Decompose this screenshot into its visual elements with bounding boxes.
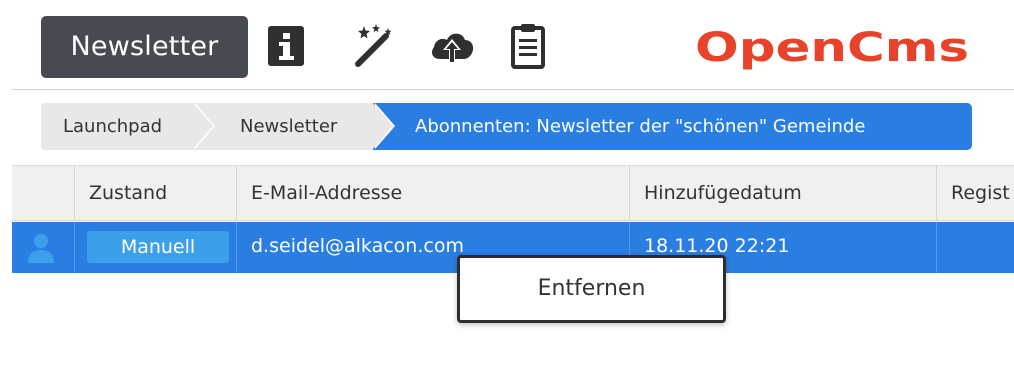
column-header-status[interactable]: Zustand [74, 166, 236, 220]
clipboard-icon[interactable] [504, 19, 552, 73]
opencms-logo: OpenCms [695, 24, 975, 71]
breadcrumb-item-launchpad[interactable]: Launchpad [41, 103, 211, 150]
status-badge: Manuell [87, 231, 229, 263]
column-header-email[interactable]: E-Mail-Addresse [236, 166, 629, 220]
toolbar-divider [12, 89, 1014, 90]
user-icon [12, 222, 74, 273]
column-header-icon[interactable] [12, 166, 74, 220]
breadcrumb-separator [193, 103, 213, 149]
cloud-upload-icon[interactable] [428, 19, 476, 73]
svg-text:OpenCms: OpenCms [695, 25, 969, 70]
app-title-button[interactable]: Newsletter [41, 16, 248, 78]
breadcrumb-item-newsletter[interactable]: Newsletter [195, 103, 390, 150]
column-header-date[interactable]: Hinzufügedatum [629, 166, 936, 220]
info-icon[interactable] [262, 19, 310, 73]
magic-wand-icon[interactable] [348, 19, 396, 73]
registered-cell [936, 222, 1014, 273]
context-menu: Entfernen [457, 255, 726, 323]
column-header-registered[interactable]: Regist [936, 166, 1014, 220]
breadcrumb-separator [373, 103, 393, 149]
table-header: Zustand E-Mail-Addresse Hinzufügedatum R… [12, 165, 1014, 221]
menu-item-remove[interactable]: Entfernen [460, 258, 723, 320]
breadcrumb-item-current: Abonnenten: Newsletter der "schönen" Gem… [373, 103, 972, 150]
